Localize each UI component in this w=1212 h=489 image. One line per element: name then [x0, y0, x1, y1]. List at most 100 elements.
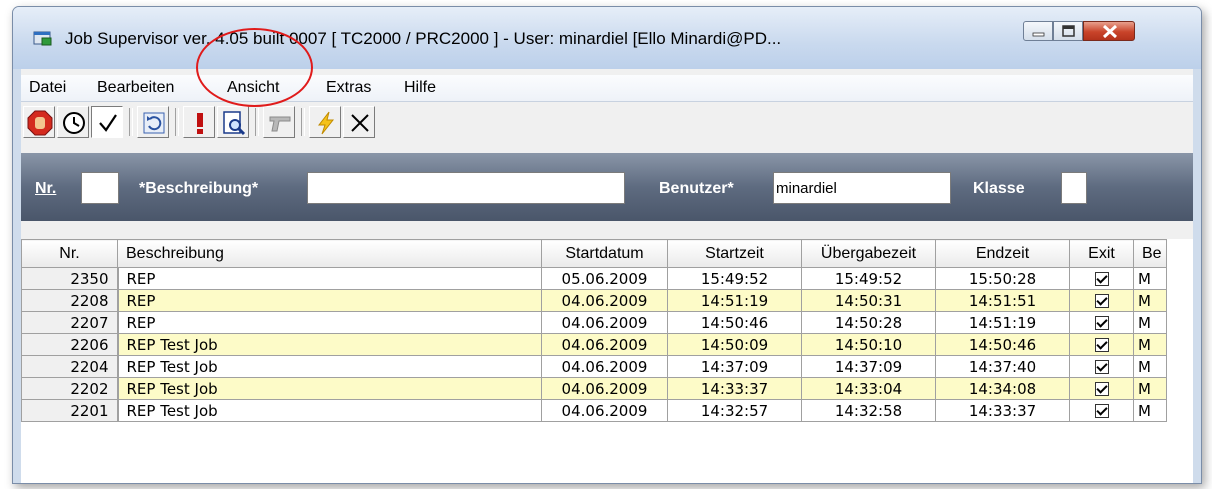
preview-button[interactable] — [217, 106, 249, 138]
window-title: Job Supervisor ver. 4.05 built 0007 [ TC… — [65, 29, 782, 48]
exit-checkbox[interactable] — [1094, 271, 1109, 286]
table-row[interactable]: 2201 REP Test Job 04.06.2009 14:32:57 14:32:… — [21, 399, 1167, 422]
execute-button[interactable] — [309, 106, 341, 138]
cross-icon — [351, 114, 369, 132]
clock-icon — [63, 112, 85, 134]
column-header-beschreibung[interactable]: Beschreibung — [117, 239, 542, 268]
cell-uebergabezeit: 14:50:10 — [801, 333, 936, 356]
nr-input[interactable] — [81, 172, 119, 204]
cell-startdatum: 04.06.2009 — [541, 355, 668, 378]
cell-startzeit: 14:50:09 — [667, 333, 802, 356]
cell-uebergabezeit: 14:50:28 — [801, 311, 936, 334]
table-row[interactable]: 2207 REP 04.06.2009 14:50:46 14:50:28 14:51:1… — [21, 311, 1167, 334]
schedule-button[interactable] — [57, 106, 89, 138]
done-toggle-button[interactable] — [91, 106, 123, 138]
grid-header: Nr. Beschreibung Startdatum Startzeit Üb… — [21, 239, 1167, 268]
cell-exit — [1069, 355, 1134, 378]
app-icon — [33, 29, 53, 46]
table-row[interactable]: 2202 REP Test Job 04.06.2009 14:33:37 14:33:… — [21, 377, 1167, 400]
document-search-icon — [223, 111, 246, 136]
cell-startzeit: 14:33:37 — [667, 377, 802, 400]
title-bar[interactable]: Job Supervisor ver. 4.05 built 0007 [ TC… — [13, 7, 1201, 69]
alert-button[interactable] — [183, 106, 215, 138]
stop-hand-icon — [27, 110, 53, 136]
cell-endzeit: 14:50:46 — [935, 333, 1070, 356]
column-header-startdatum[interactable]: Startdatum — [541, 239, 668, 268]
cell-nr: 2204 — [21, 355, 119, 378]
table-row[interactable]: 2350 REP 05.06.2009 15:49:52 15:49:52 15:50:2… — [21, 267, 1167, 290]
exit-checkbox[interactable] — [1094, 403, 1109, 418]
exit-checkbox[interactable] — [1094, 293, 1109, 308]
description-input[interactable] — [307, 172, 625, 204]
cell-description: REP Test Job — [117, 399, 542, 422]
cell-exit — [1069, 289, 1134, 312]
cell-endzeit: 15:50:28 — [935, 267, 1070, 290]
cell-description: REP — [117, 289, 542, 312]
menu-hilfe[interactable]: Hilfe — [404, 79, 436, 97]
description-label: *Beschreibung* — [139, 180, 259, 197]
toolbar-separator — [301, 108, 305, 136]
menu-bar: Datei Bearbeiten Ansicht Extras Hilfe — [21, 75, 1193, 102]
cell-uebergabezeit: 14:50:31 — [801, 289, 936, 312]
column-header-exit[interactable]: Exit — [1069, 239, 1134, 268]
column-header-startzeit[interactable]: Startzeit — [667, 239, 802, 268]
table-row[interactable]: 2204 REP Test Job 04.06.2009 14:37:09 14:37:… — [21, 355, 1167, 378]
cell-startdatum: 04.06.2009 — [541, 333, 668, 356]
menu-datei[interactable]: Datei — [29, 79, 66, 97]
cell-exit — [1069, 377, 1134, 400]
cell-startdatum: 04.06.2009 — [541, 289, 668, 312]
column-header-endzeit[interactable]: Endzeit — [935, 239, 1070, 268]
cell-description: REP Test Job — [117, 355, 542, 378]
cell-exit — [1069, 267, 1134, 290]
refresh-icon — [143, 112, 165, 134]
job-grid: Nr. Beschreibung Startdatum Startzeit Üb… — [21, 239, 1193, 483]
exit-checkbox[interactable] — [1094, 337, 1109, 352]
toolbar — [21, 103, 1193, 141]
lightning-icon — [317, 111, 335, 135]
column-header-uebergabezeit[interactable]: Übergabezeit — [801, 239, 936, 268]
exit-checkbox[interactable] — [1094, 381, 1109, 396]
cell-uebergabezeit: 14:37:09 — [801, 355, 936, 378]
cell-nr: 2208 — [21, 289, 119, 312]
cell-startdatum: 04.06.2009 — [541, 399, 668, 422]
cell-endzeit: 14:37:40 — [935, 355, 1070, 378]
class-input[interactable] — [1061, 172, 1087, 204]
column-header-nr[interactable]: Nr. — [21, 239, 118, 268]
cell-exit — [1069, 311, 1134, 334]
cell-be: M — [1133, 267, 1167, 290]
menu-extras[interactable]: Extras — [326, 79, 371, 97]
grid-body: 2350 REP 05.06.2009 15:49:52 15:49:52 15:50:2… — [21, 267, 1167, 422]
cell-be: M — [1133, 289, 1167, 312]
cell-endzeit: 14:51:51 — [935, 289, 1070, 312]
cell-startzeit: 15:49:52 — [667, 267, 802, 290]
stop-button[interactable] — [23, 106, 55, 138]
cell-exit — [1069, 399, 1134, 422]
cancel-button[interactable] — [343, 106, 375, 138]
maximize-button[interactable] — [1053, 21, 1083, 41]
cell-description: REP — [117, 267, 542, 290]
minimize-button[interactable] — [1023, 21, 1053, 41]
cell-be: M — [1133, 355, 1167, 378]
cell-uebergabezeit: 15:49:52 — [801, 267, 936, 290]
cell-startdatum: 04.06.2009 — [541, 377, 668, 400]
exit-checkbox[interactable] — [1094, 315, 1109, 330]
cell-startzeit: 14:51:19 — [667, 289, 802, 312]
toolbar-separator — [175, 108, 179, 136]
cell-nr: 2201 — [21, 399, 119, 422]
exclamation-icon — [197, 113, 203, 134]
menu-bearbeiten[interactable]: Bearbeiten — [97, 79, 174, 97]
kill-button[interactable] — [263, 106, 295, 138]
user-input[interactable] — [773, 172, 951, 204]
refresh-button[interactable] — [137, 106, 169, 138]
column-header-be[interactable]: Be — [1133, 239, 1167, 268]
exit-checkbox[interactable] — [1094, 359, 1109, 374]
close-button[interactable] — [1083, 21, 1135, 41]
cell-startzeit: 14:50:46 — [667, 311, 802, 334]
cell-be: M — [1133, 399, 1167, 422]
menu-ansicht[interactable]: Ansicht — [227, 79, 279, 97]
table-row[interactable]: 2208 REP 04.06.2009 14:51:19 14:50:31 14:51:5… — [21, 289, 1167, 312]
table-row[interactable]: 2206 REP Test Job 04.06.2009 14:50:09 14:50:… — [21, 333, 1167, 356]
pistol-icon — [269, 116, 291, 132]
cell-startdatum: 04.06.2009 — [541, 311, 668, 334]
cell-startdatum: 05.06.2009 — [541, 267, 668, 290]
